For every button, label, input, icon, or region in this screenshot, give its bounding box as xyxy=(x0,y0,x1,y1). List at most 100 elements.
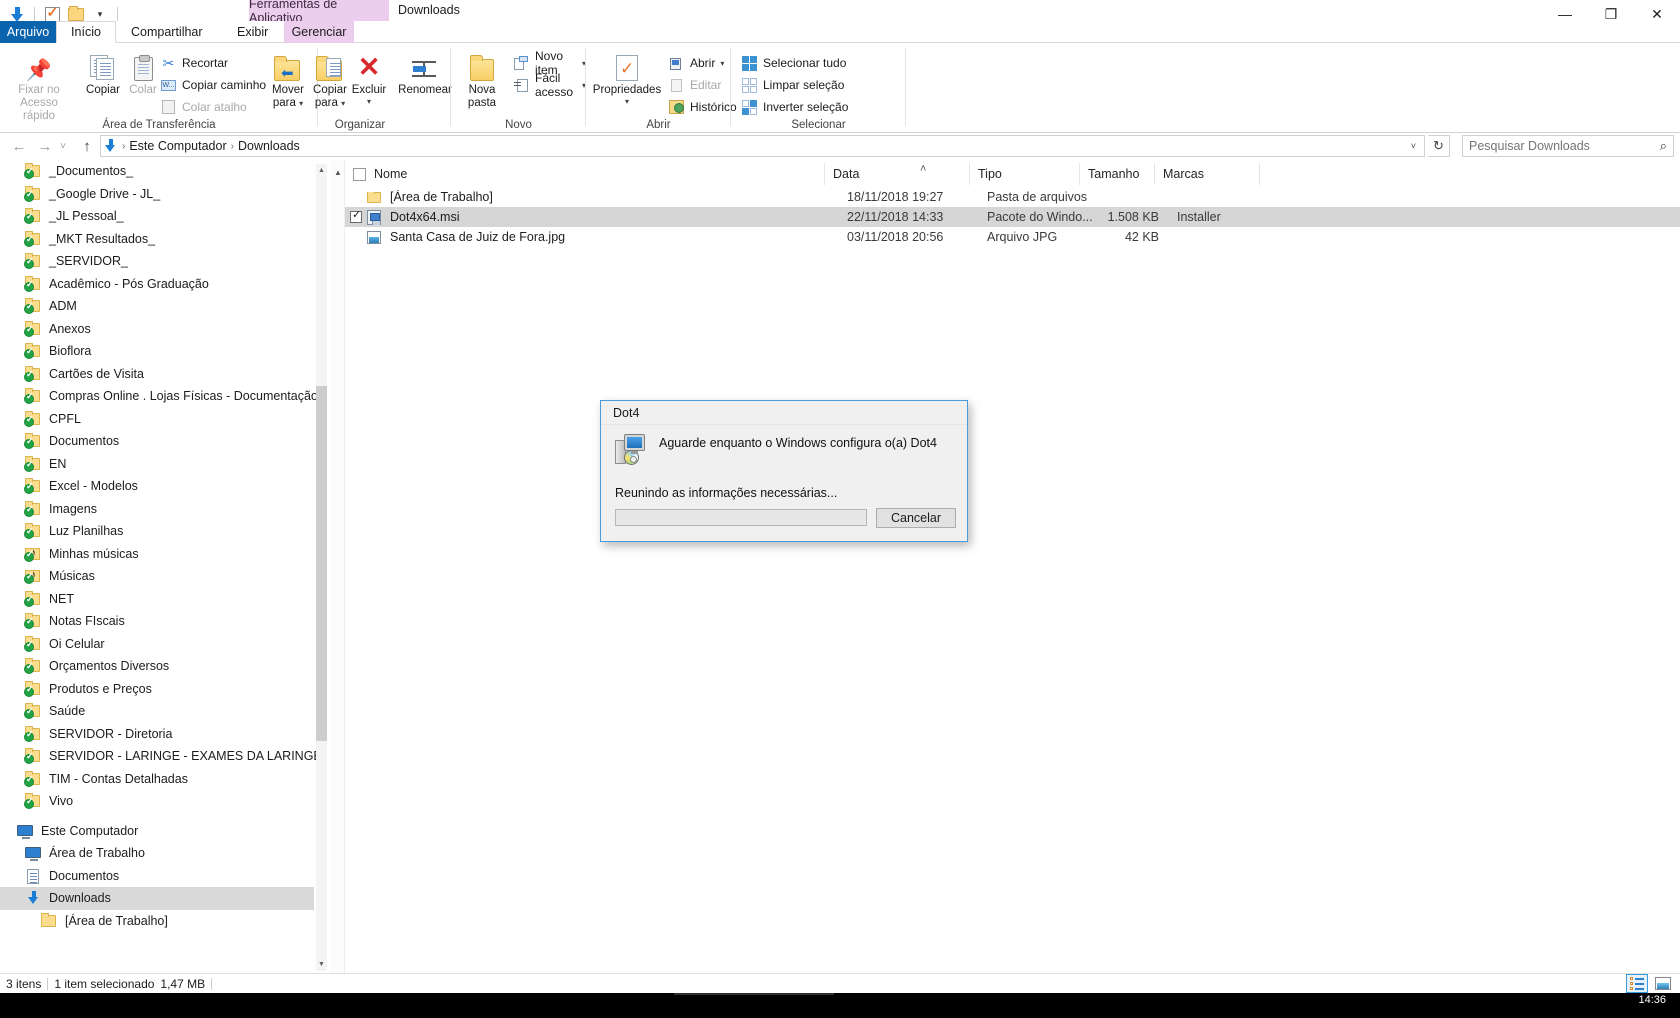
tab-inicio[interactable]: Início xyxy=(56,21,116,43)
nav-item-label: Downloads xyxy=(49,891,111,906)
nav-item-servidor[interactable]: _SERVIDOR_ xyxy=(0,250,314,273)
nav-item-acad-mico-p-s-gradua-o[interactable]: Acadêmico - Pós Graduação xyxy=(0,273,314,296)
nav-item-este-computador[interactable]: Este Computador xyxy=(0,820,314,843)
edit-button[interactable]: Editar xyxy=(668,75,721,95)
clear-selection-button[interactable]: Limpar seleção xyxy=(741,75,844,95)
nav-item-tim-contas-detalhadas[interactable]: TIM - Contas Detalhadas xyxy=(0,768,314,791)
status-bar: 3 itens 1 item selecionado 1,47 MB xyxy=(0,973,1680,993)
nav-item-or-amentos-diversos[interactable]: Orçamentos Diversos xyxy=(0,655,314,678)
clock[interactable]: 14:36 xyxy=(1638,994,1666,1007)
select-all-button[interactable]: Selecionar tudo xyxy=(741,53,846,73)
nav-item-sa-de[interactable]: Saúde xyxy=(0,700,314,723)
nav-item-servidor-diretoria[interactable]: SERVIDOR - Diretoria xyxy=(0,723,314,746)
column-header-tipo[interactable]: Tipo xyxy=(970,163,1080,185)
nav-item-produtos-e-pre-os[interactable]: Produtos e Preços xyxy=(0,678,314,701)
history-button[interactable]: Histórico xyxy=(668,97,737,117)
nav-item-rea-de-trabalho[interactable]: Área de Trabalho xyxy=(0,842,314,865)
delete-button[interactable]: ✕ Excluir ▾ xyxy=(344,47,394,107)
tab-exibir[interactable]: Exibir xyxy=(224,21,281,43)
nav-item-vivo[interactable]: Vivo xyxy=(0,790,314,813)
nav-item-notas-fiscais[interactable]: Notas FIscais xyxy=(0,610,314,633)
nav-item-google-drive-jl[interactable]: _Google Drive - JL_ xyxy=(0,183,314,206)
nav-item-downloads[interactable]: Downloads xyxy=(0,887,314,910)
search-box[interactable]: ⌕ xyxy=(1462,135,1674,157)
nav-item-cpfl[interactable]: CPFL xyxy=(0,408,314,431)
table-row[interactable]: Santa Casa de Juiz de Fora.jpg 03/11/2018… xyxy=(345,227,1680,247)
nav-item-label: Produtos e Preços xyxy=(49,681,152,696)
ribbon-tab-strip: Arquivo Início Compartilhar Exibir Geren… xyxy=(0,21,1680,58)
tab-compartilhar[interactable]: Compartilhar xyxy=(118,21,216,43)
properties-button[interactable]: ✓ Propriedades ▾ xyxy=(590,47,664,106)
paste-shortcut-button[interactable]: Colar atalho xyxy=(160,97,247,117)
cancel-button[interactable]: Cancelar xyxy=(876,508,956,528)
column-header-nome[interactable]: Nome ˄ xyxy=(345,163,926,185)
nav-item-minhas-m-sicas[interactable]: Minhas músicas xyxy=(0,543,314,566)
cut-button[interactable]: ✂ Recortar xyxy=(160,53,228,73)
nav-item-label: Orçamentos Diversos xyxy=(49,659,170,674)
recent-locations-button[interactable]: ˅ xyxy=(56,137,70,155)
selection-count-label: 1 item selecionado xyxy=(54,976,155,991)
breadcrumb-este-computador[interactable]: Este Computador xyxy=(125,139,230,153)
invert-selection-button[interactable]: Inverter seleção xyxy=(741,97,848,117)
button-label: Fácil acesso xyxy=(535,71,574,99)
nav-item-rea-de-trabalho[interactable]: [Área de Trabalho] xyxy=(0,910,314,933)
nav-item-documentos[interactable]: Documentos xyxy=(0,430,314,453)
nav-item-cart-es-de-visita[interactable]: Cartões de Visita xyxy=(0,363,314,386)
nav-item-m-sicas[interactable]: Músicas xyxy=(0,565,314,588)
rename-button[interactable]: Renomear xyxy=(394,47,456,97)
scrollbar-thumb[interactable] xyxy=(316,386,327,741)
button-label: Abrir xyxy=(690,56,716,70)
nav-item-jl-pessoal[interactable]: _JL Pessoal_ xyxy=(0,205,314,228)
nav-item-anexos[interactable]: Anexos xyxy=(0,318,314,341)
button-label: Limpar seleção xyxy=(763,78,845,92)
nav-item-excel-modelos[interactable]: Excel - Modelos xyxy=(0,475,314,498)
table-row[interactable]: Dot4x64.msi 22/11/2018 14:33 Pacote do Win… xyxy=(345,207,1680,227)
breadcrumb-downloads[interactable]: Downloads xyxy=(234,139,304,153)
nav-item-luz-planilhas[interactable]: Luz Planilhas xyxy=(0,520,314,543)
thumbnails-view-button[interactable] xyxy=(1652,974,1674,993)
open-button[interactable]: Abrir ▾ xyxy=(668,53,724,73)
search-icon[interactable]: ⌕ xyxy=(1660,138,1667,154)
row-checkbox[interactable] xyxy=(350,211,362,223)
scroll-down-arrow[interactable]: ▼ xyxy=(316,958,327,971)
select-all-checkbox[interactable] xyxy=(353,167,366,181)
nav-item-label: Oi Celular xyxy=(49,636,105,651)
scroll-up-arrow[interactable]: ▲ xyxy=(316,164,327,177)
copy-path-button[interactable]: W... Copiar caminho xyxy=(160,75,266,95)
nav-item-oi-celular[interactable]: Oi Celular xyxy=(0,633,314,656)
address-bar[interactable]: › Este Computador › Downloads ˅ xyxy=(100,135,1425,157)
chevron-down-icon[interactable]: ˅ xyxy=(1411,141,1416,151)
refresh-button[interactable]: ↻ xyxy=(1428,135,1450,157)
forward-button[interactable]: → xyxy=(34,137,56,155)
new-folder-button[interactable]: Nova pasta xyxy=(455,47,509,110)
nav-item-mkt-resultados[interactable]: _MKT Resultados_ xyxy=(0,228,314,251)
table-row[interactable]: [Área de Trabalho] 18/11/2018 19:27 Pasta … xyxy=(345,187,1680,207)
up-button[interactable]: ↑ xyxy=(76,137,98,155)
pin-to-quick-access-button[interactable]: 📌 Fixar no Acesso rápido xyxy=(8,47,70,124)
button-label-line1: Mover xyxy=(272,84,304,96)
nav-item-label: [Área de Trabalho] xyxy=(65,913,168,928)
nav-item-documentos[interactable]: _Documentos_ xyxy=(0,160,314,183)
nav-item-compras-online-lojas-f-sicas-documenta-o[interactable]: Compras Online . Lojas Físicas - Documen… xyxy=(0,385,318,408)
nav-scrollbar[interactable]: ▲ ▼ xyxy=(316,164,327,971)
column-header-marcas[interactable]: Marcas xyxy=(1155,163,1260,185)
tab-gerenciar[interactable]: Gerenciar xyxy=(284,21,354,43)
contextual-tab-group-label: Ferramentas de Aplicativo xyxy=(249,0,389,25)
nav-item-documentos[interactable]: Documentos xyxy=(0,865,314,888)
nav-item-servidor-laringe-exames-da-laringe[interactable]: SERVIDOR - LARINGE - EXAMES DA LARINGE xyxy=(0,745,322,768)
back-button[interactable]: ← xyxy=(8,137,30,155)
details-view-button[interactable] xyxy=(1626,973,1648,993)
column-header-tamanho[interactable]: Tamanho xyxy=(1080,163,1155,185)
nav-item-net[interactable]: NET xyxy=(0,588,314,611)
nav-item-imagens[interactable]: Imagens xyxy=(0,498,314,521)
button-label: Colar atalho xyxy=(182,100,247,114)
nav-item-adm[interactable]: ADM xyxy=(0,295,314,318)
nav-item-bioflora[interactable]: Bioflora xyxy=(0,340,314,363)
new-item-button[interactable]: Novo item ▾ xyxy=(513,49,586,77)
tab-arquivo[interactable]: Arquivo xyxy=(0,21,56,43)
search-input[interactable] xyxy=(1469,139,1660,153)
nav-item-en[interactable]: EN xyxy=(0,453,314,476)
easy-access-button[interactable]: Fácil acesso ▾ xyxy=(513,71,586,99)
column-header-data[interactable]: Data xyxy=(825,163,970,185)
column-collapse-bar[interactable]: ▲ xyxy=(331,160,345,975)
